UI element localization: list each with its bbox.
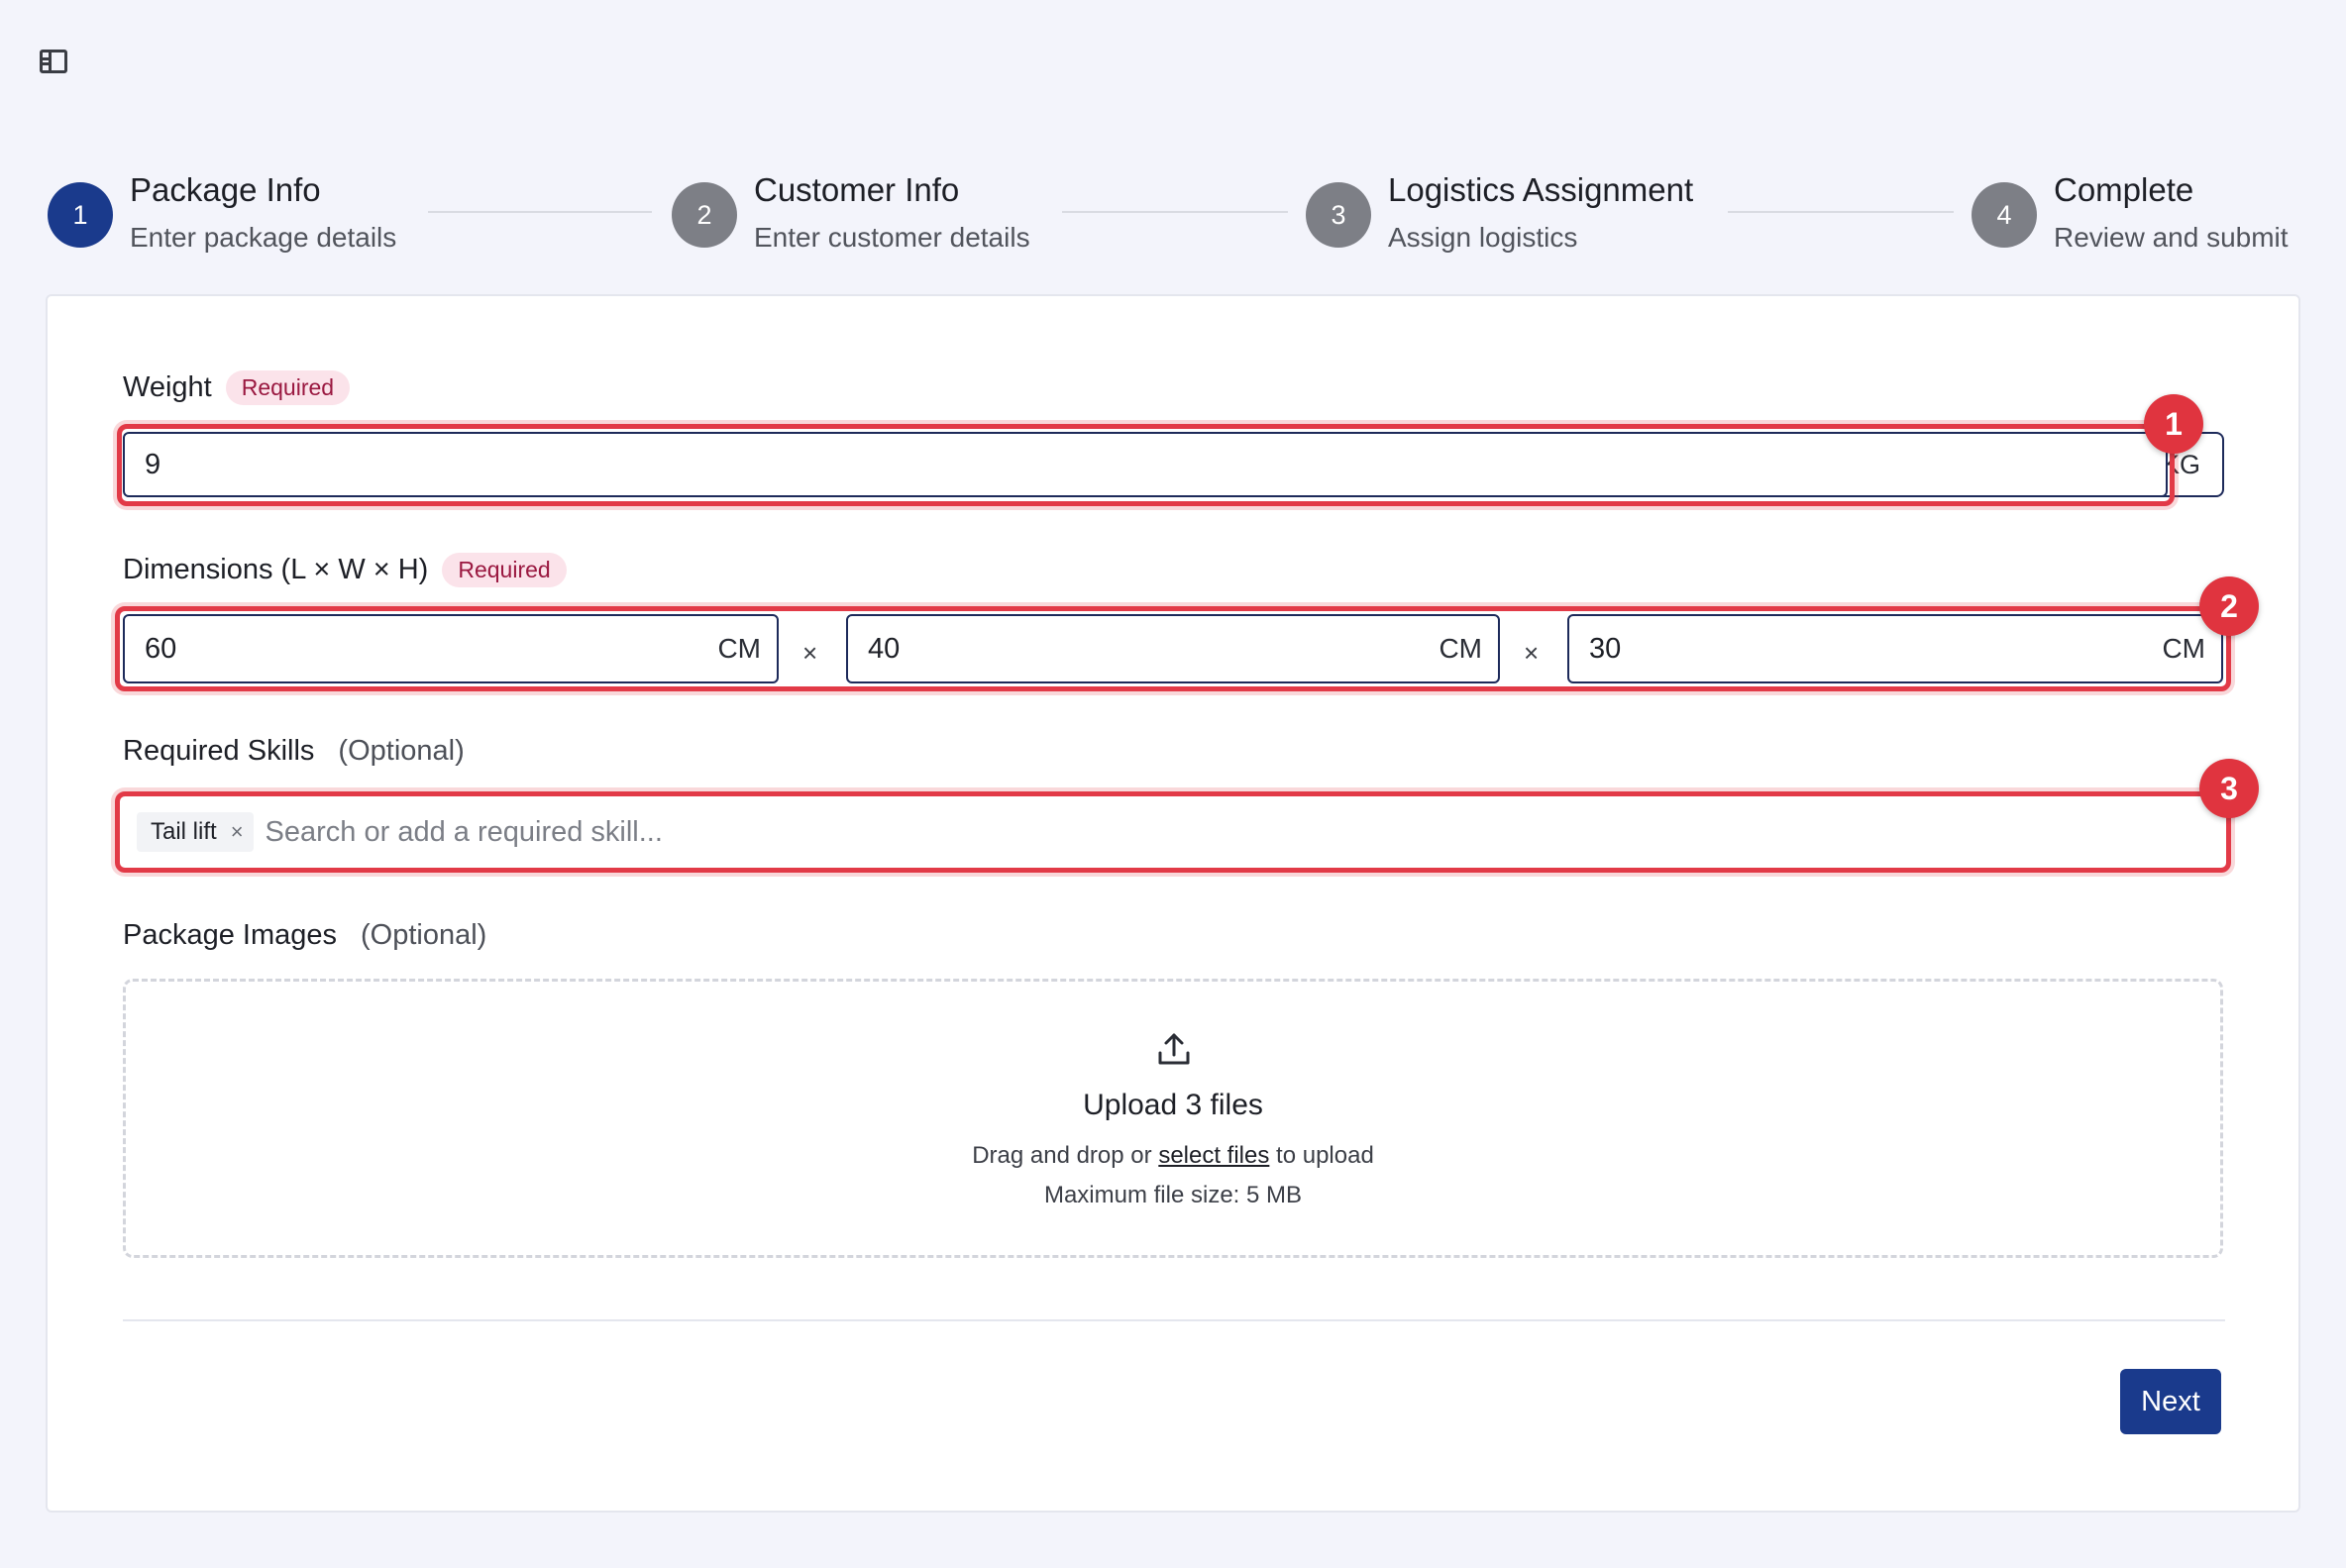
step-title: Complete [2054, 171, 2194, 208]
step-connector [1062, 211, 1288, 213]
skill-chip-label: Tail lift [151, 818, 217, 845]
dimensions-label: Dimensions (L × W × H) [123, 554, 429, 585]
weight-input[interactable]: 9 [123, 432, 2168, 497]
marker-3: 3 [2199, 759, 2259, 818]
length-input[interactable]: 60 CM [123, 614, 779, 683]
max-file-size: Maximum file size: 5 MB [1043, 1182, 1303, 1208]
next-button[interactable]: Next [2120, 1369, 2221, 1434]
times-separator: × [802, 638, 818, 668]
optional-tag: (Optional) [338, 735, 465, 767]
length-value: 60 [145, 632, 177, 665]
marker-1: 1 [2144, 394, 2203, 454]
dimensions-label-row: Dimensions (L × W × H) Required [123, 553, 567, 587]
upload-icon [1158, 1033, 1190, 1065]
step-logistics-assignment[interactable]: 3 Logistics Assignment Assign logistics [1306, 168, 1693, 258]
step-customer-info[interactable]: 2 Customer Info Enter customer details [672, 168, 1030, 258]
times-separator: × [1524, 638, 1540, 668]
step-package-info[interactable]: 1 Package Info Enter package details [48, 168, 396, 258]
required-badge: Required [225, 370, 351, 405]
weight-label: Weight [123, 371, 212, 403]
stepper: 1 Package Info Enter package details 2 C… [0, 0, 2346, 277]
step-subtitle: Enter package details [130, 222, 397, 253]
image-dropzone[interactable]: Upload 3 files Drag and drop or select f… [123, 979, 2223, 1258]
upload-hint-suffix: to upload [1276, 1142, 1374, 1169]
weight-label-row: Weight Required [123, 370, 351, 405]
height-input[interactable]: 30 CM [1567, 614, 2223, 683]
width-value: 40 [868, 632, 901, 665]
divider [123, 1319, 2225, 1321]
height-value: 30 [1589, 632, 1622, 665]
step-number: 3 [1306, 182, 1371, 248]
upload-hint-prefix: Drag and drop or [972, 1142, 1152, 1169]
step-title: Customer Info [754, 171, 960, 208]
select-files-link[interactable]: select files [1158, 1142, 1269, 1169]
marker-2: 2 [2199, 576, 2259, 636]
close-icon[interactable]: × [231, 819, 244, 845]
skills-label-row: Required Skills (Optional) [123, 735, 465, 768]
step-connector [428, 211, 652, 213]
skill-chip: Tail lift × [137, 812, 254, 852]
step-number: 1 [48, 182, 113, 248]
length-unit: CM [717, 633, 761, 664]
skills-search-input[interactable] [265, 815, 2223, 849]
width-input[interactable]: 40 CM [846, 614, 1500, 683]
step-number: 4 [1972, 182, 2037, 248]
step-subtitle: Enter customer details [754, 222, 1030, 253]
weight-value: 9 [145, 448, 161, 480]
upload-title: Upload 3 files [1083, 1089, 1263, 1121]
height-unit: CM [2162, 633, 2205, 664]
step-connector [1728, 211, 1954, 213]
step-number: 2 [672, 182, 737, 248]
upload-hint: Drag and drop or select files to upload [126, 1142, 2220, 1170]
skills-field[interactable]: Tail lift × [123, 799, 2223, 865]
step-title: Logistics Assignment [1388, 171, 1694, 208]
step-subtitle: Assign logistics [1388, 222, 1578, 253]
width-unit: CM [1439, 633, 1482, 664]
skills-label: Required Skills [123, 735, 315, 767]
optional-tag: (Optional) [361, 919, 487, 951]
images-label-row: Package Images (Optional) [123, 919, 486, 952]
images-label: Package Images [123, 919, 338, 951]
step-subtitle: Review and submit [2054, 222, 2289, 253]
step-title: Package Info [130, 171, 321, 208]
step-complete[interactable]: 4 Complete Review and submit [1972, 168, 2289, 258]
required-badge: Required [442, 553, 567, 587]
